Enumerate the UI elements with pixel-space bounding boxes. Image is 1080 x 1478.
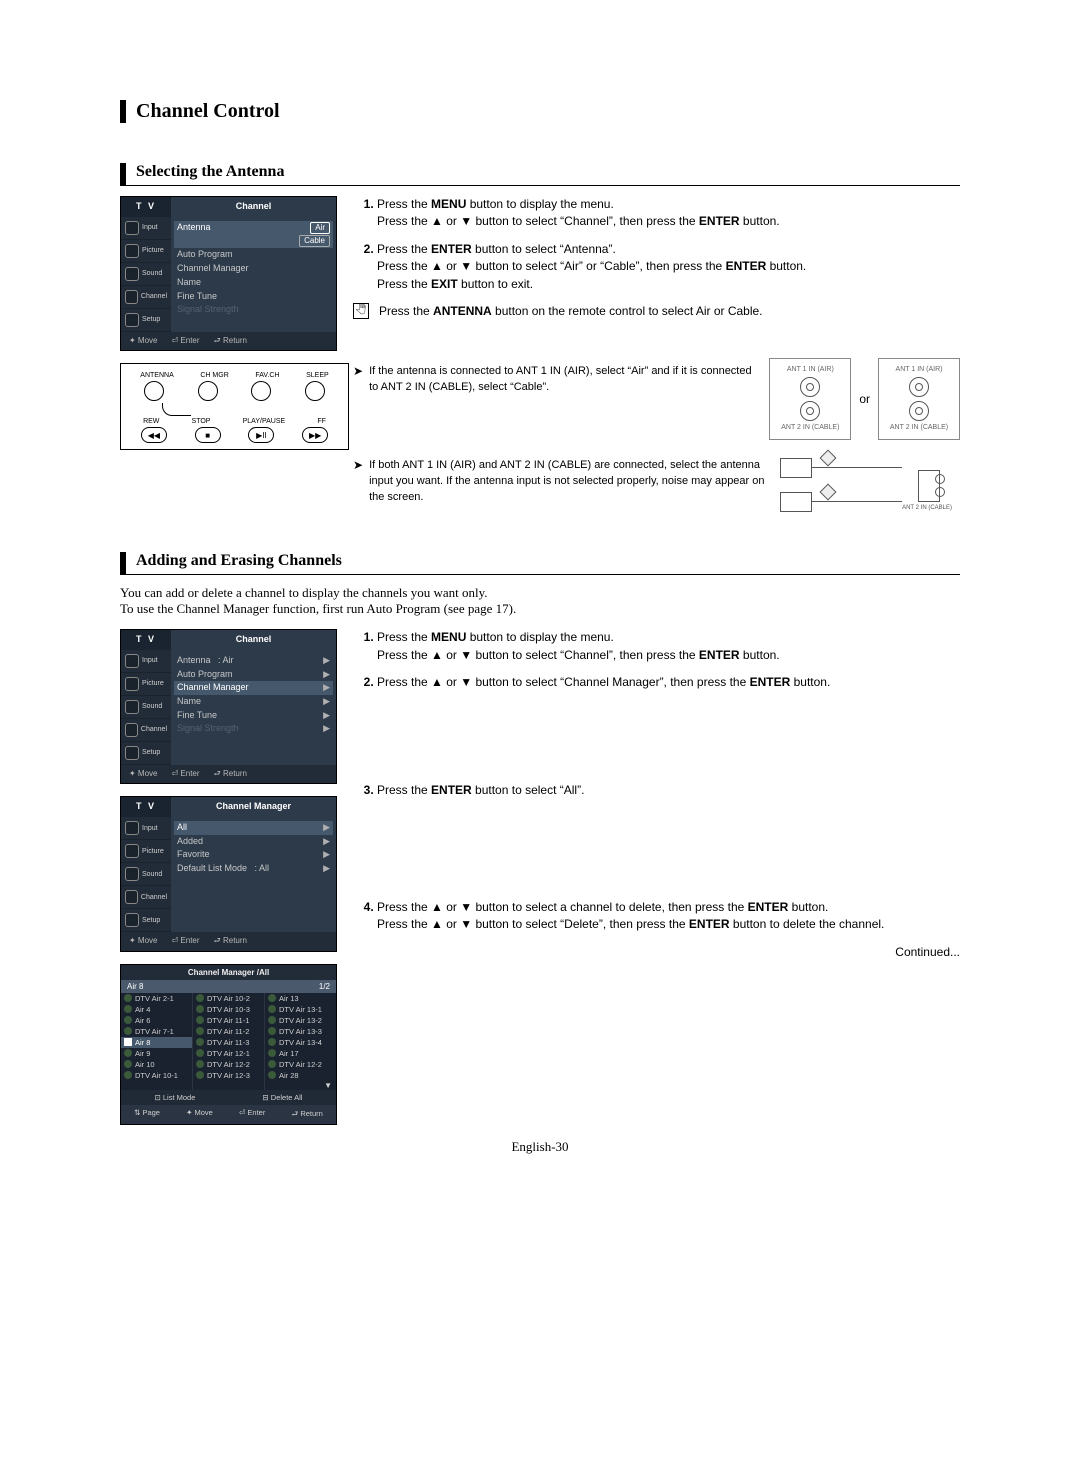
osd-row: Fine Tune xyxy=(177,290,330,304)
channel-cell: DTV Air 7-1 xyxy=(121,1026,192,1037)
chapter-title: Channel Control xyxy=(120,100,960,123)
osd-channel-menu-2: T V Channel InputPictureSoundChannelSetu… xyxy=(120,629,337,784)
osd-row: Favorite▶ xyxy=(177,848,330,862)
osd-side-picture: Picture xyxy=(121,673,171,696)
channel-cell: Air 4 xyxy=(121,1004,192,1015)
channel-cell: Air 6 xyxy=(121,1015,192,1026)
osd-row: Channel Manager xyxy=(177,262,330,276)
instruction-step: Press the MENU button to display the men… xyxy=(377,629,960,664)
antenna-connect-note-2: If both ANT 1 IN (AIR) and ANT 2 IN (CAB… xyxy=(369,458,766,506)
channel-cell: Air 10 xyxy=(121,1059,192,1070)
osd-side-channel: Channel xyxy=(121,286,171,309)
channel-cell: DTV Air 13-4 xyxy=(265,1037,336,1048)
channel-cell: Air 8 xyxy=(121,1037,192,1048)
antenna-connect-note-1: If the antenna is connected to ANT 1 IN … xyxy=(369,364,755,396)
osd-row: Auto Program▶ xyxy=(177,668,330,682)
osd-side-sound: Sound xyxy=(121,863,171,886)
channel-cell: DTV Air 13-3 xyxy=(265,1026,336,1037)
osd-row: AntennaAirCable xyxy=(174,221,333,249)
note-arrow-icon: ➤ xyxy=(353,458,363,474)
channel-cell: Air 13 xyxy=(265,993,336,1004)
channel-cell: DTV Air 12-3 xyxy=(193,1070,264,1081)
remote-note-icon: 🖑 xyxy=(353,303,369,319)
osd-side-input: Input xyxy=(121,217,171,240)
osd-row: Antenna : Air▶ xyxy=(177,654,330,668)
osd-side-input: Input xyxy=(121,817,171,840)
osd-side-setup: Setup xyxy=(121,742,171,765)
osd-row: Name▶ xyxy=(177,695,330,709)
osd-row: All▶ xyxy=(174,821,333,835)
page-indicator: 1/2 xyxy=(319,982,330,991)
osd-row: Name xyxy=(177,276,330,290)
channel-cell: DTV Air 10-2 xyxy=(193,993,264,1004)
instruction-step: Press the ENTER button to select “Antenn… xyxy=(377,241,960,293)
channel-cell: DTV Air 2-1 xyxy=(121,993,192,1004)
channel-cell: DTV Air 11-2 xyxy=(193,1026,264,1037)
osd-title: Channel xyxy=(171,197,336,217)
remote-diagram: ANTENNACH MGRFAV.CHSLEEP REWSTOPPLAY/PAU… xyxy=(120,363,349,450)
osd-channel-menu: T V Channel InputPictureSoundChannelSetu… xyxy=(120,196,337,351)
current-channel: Air 8 xyxy=(127,982,143,991)
osd-side-picture: Picture xyxy=(121,240,171,263)
channel-cell: Air 17 xyxy=(265,1048,336,1059)
osd-tv-badge: T V xyxy=(121,197,171,217)
osd-side-picture: Picture xyxy=(121,840,171,863)
continued-label: Continued... xyxy=(353,944,960,961)
osd-side-channel: Channel xyxy=(121,719,171,742)
instruction-step: Press the ENTER button to select “All”. xyxy=(377,782,960,799)
channel-cell: DTV Air 10-3 xyxy=(193,1004,264,1015)
osd-row: Channel Manager▶ xyxy=(174,681,333,695)
page-number: English-30 xyxy=(120,1139,960,1155)
instruction-step: Press the ▲ or ▼ button to select “Chann… xyxy=(377,674,960,691)
channel-cell: DTV Air 13-2 xyxy=(265,1015,336,1026)
osd-row: Default List Mode : All▶ xyxy=(177,862,330,876)
note-arrow-icon: ➤ xyxy=(353,364,363,380)
section-selecting-antenna: Selecting the Antenna xyxy=(120,163,960,186)
channel-cell: DTV Air 10-1 xyxy=(121,1070,192,1081)
instruction-step: Press the MENU button to display the men… xyxy=(377,196,960,231)
channel-cell: Air 9 xyxy=(121,1048,192,1059)
channel-cell: DTV Air 11-3 xyxy=(193,1037,264,1048)
osd-side-sound: Sound xyxy=(121,263,171,286)
channel-cell: DTV Air 12-2 xyxy=(193,1059,264,1070)
osd-row: Fine Tune▶ xyxy=(177,709,330,723)
instruction-step: Press the ▲ or ▼ button to select a chan… xyxy=(377,899,960,934)
channel-cell: DTV Air 12-1 xyxy=(193,1048,264,1059)
channel-cell: DTV Air 12-2 xyxy=(265,1059,336,1070)
osd-row: Auto Program xyxy=(177,248,330,262)
channel-cell: DTV Air 13-1 xyxy=(265,1004,336,1015)
osd-side-input: Input xyxy=(121,650,171,673)
antenna-wall-diagram: ANT 2 IN (CABLE) xyxy=(780,452,960,522)
osd-row: Added▶ xyxy=(177,835,330,849)
or-label: or xyxy=(859,391,870,408)
channel-cell: Air 28 xyxy=(265,1070,336,1081)
osd-row: Signal Strength xyxy=(177,303,330,317)
channel-cell: DTV Air 11-1 xyxy=(193,1015,264,1026)
osd-channel-manager: T V Channel Manager InputPictureSoundCha… xyxy=(120,796,337,951)
osd-side-channel: Channel xyxy=(121,886,171,909)
section2-intro: You can add or delete a channel to displ… xyxy=(120,585,960,617)
section-add-erase-channels: Adding and Erasing Channels xyxy=(120,552,960,575)
antenna-port-diagram-1: ANT 1 IN (AIR)ANT 2 IN (CABLE) or ANT 1 … xyxy=(769,358,960,440)
channel-grid: Channel Manager /All Air 8 1/2 DTV Air 2… xyxy=(120,964,337,1125)
osd-row: Signal Strength▶ xyxy=(177,722,330,736)
antenna-remote-note: Press the ANTENNA button on the remote c… xyxy=(379,303,763,320)
osd-side-setup: Setup xyxy=(121,909,171,932)
osd-side-setup: Setup xyxy=(121,309,171,332)
osd-side-sound: Sound xyxy=(121,696,171,719)
